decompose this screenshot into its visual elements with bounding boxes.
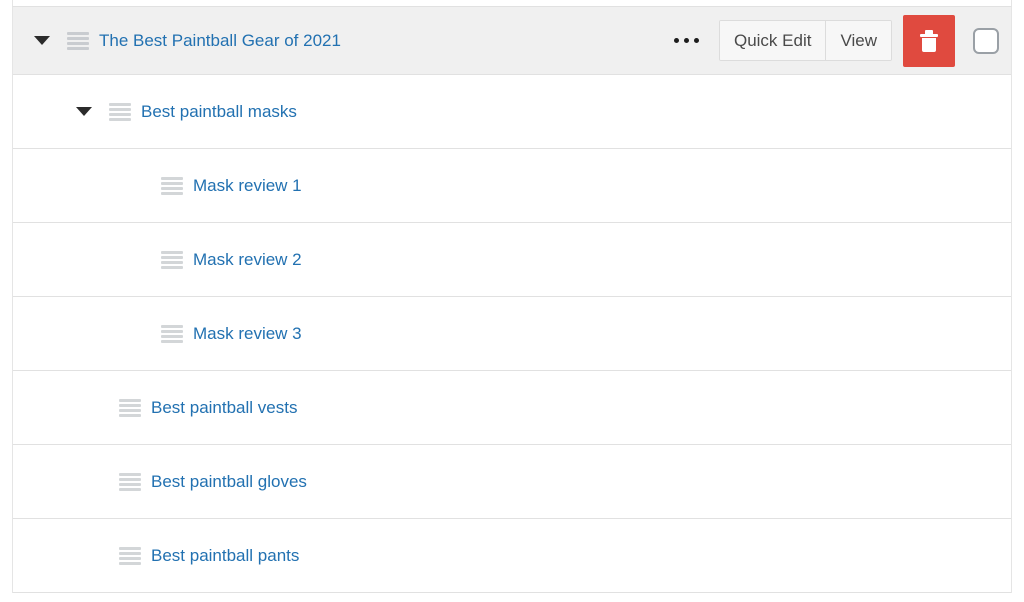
drag-handle-bar [119,403,141,407]
more-options-dot [673,38,679,43]
trash-icon [920,29,938,52]
row-title-link[interactable]: The Best Paintball Gear of 2021 [99,32,341,49]
more-options-dot [693,38,699,43]
row-title-link[interactable]: Best paintball masks [141,103,297,120]
more-options-dot [683,38,689,43]
drag-handle-icon[interactable] [67,31,89,50]
drag-handle-bar [161,186,183,190]
drag-handle-icon[interactable] [161,176,183,195]
drag-handle-bar [161,324,183,328]
row-select-checkbox[interactable] [973,27,999,54]
drag-handle-bar [161,181,183,185]
drag-handle-bar [119,413,141,417]
delete-button[interactable] [903,14,955,67]
table-row[interactable]: Best paintball gloves [13,445,1011,519]
drag-handle-bar [161,329,183,333]
drag-handle-bar [119,472,141,476]
row-title-link[interactable]: Best paintball pants [151,547,299,564]
trash-lid [920,33,938,37]
row-list: The Best Paintball Gear of 2021 Quick Edi… [12,7,1012,593]
triangle-glyph [76,107,92,116]
drag-handle-bar [119,546,141,550]
row-content: Best paintball gloves [13,445,1011,518]
row-button-group: Quick Edit View [718,20,892,61]
drag-handle-bar [119,482,141,486]
table-row[interactable]: Best paintball vests [13,371,1011,445]
table-row[interactable]: The Best Paintball Gear of 2021 Quick Edi… [13,7,1011,75]
drag-handle-bar [119,556,141,560]
drag-handle-bar [119,408,141,412]
drag-handle-icon[interactable] [109,102,131,121]
drag-handle-bar [67,41,89,45]
drag-handle-bar [161,334,183,338]
chevron-down-icon[interactable] [31,30,53,52]
row-content: The Best Paintball Gear of 2021 [13,7,666,74]
row-content: Best paintball masks [13,75,1011,148]
table-row[interactable]: Mask review 1 [13,149,1011,223]
drag-handle-bar [109,117,131,121]
drag-handle-bar [161,260,183,264]
drag-handle-bar [67,31,89,35]
table-row[interactable]: Best paintball pants [13,519,1011,593]
row-content: Mask review 3 [13,297,1011,370]
row-title-link[interactable]: Best paintball vests [151,399,297,416]
drag-handle-bar [161,250,183,254]
view-button[interactable]: View [825,21,891,60]
row-title-link[interactable]: Mask review 3 [193,325,302,342]
drag-handle-bar [119,561,141,565]
drag-handle-bar [161,255,183,259]
row-content: Mask review 2 [13,223,1011,296]
quick-edit-button[interactable]: Quick Edit [719,21,826,60]
chevron-down-icon[interactable] [73,101,95,123]
table-row[interactable]: Best paintball masks [13,75,1011,149]
drag-handle-bar [119,398,141,402]
drag-handle-icon[interactable] [161,324,183,343]
table-row[interactable]: Mask review 2 [13,223,1011,297]
drag-handle-bar [109,107,131,111]
trash-body [922,37,936,52]
row-content: Best paintball pants [13,519,1011,592]
row-title-link[interactable]: Mask review 1 [193,177,302,194]
drag-handle-bar [119,487,141,491]
row-title-link[interactable]: Mask review 2 [193,251,302,268]
drag-handle-bar [109,112,131,116]
drag-handle-bar [119,551,141,555]
row-content: Mask review 1 [13,149,1011,222]
drag-handle-icon[interactable] [119,472,141,491]
drag-handle-bar [161,176,183,180]
drag-handle-icon[interactable] [119,546,141,565]
trash-lid-tab [925,29,933,34]
page-hierarchy-list: The Best Paintball Gear of 2021 Quick Edi… [0,0,1024,602]
row-title-link[interactable]: Best paintball gloves [151,473,307,490]
row-content: Best paintball vests [13,371,1011,444]
drag-handle-bar [161,265,183,269]
drag-handle-bar [161,339,183,343]
drag-handle-bar [119,477,141,481]
more-options-icon[interactable] [666,32,707,49]
drag-handle-bar [67,46,89,50]
row-actions: Quick Edit View [666,14,1011,67]
drag-handle-bar [161,191,183,195]
drag-handle-icon[interactable] [119,398,141,417]
drag-handle-bar [67,36,89,40]
drag-handle-icon[interactable] [161,250,183,269]
triangle-glyph [34,36,50,45]
table-row[interactable]: Mask review 3 [13,297,1011,371]
drag-handle-bar [109,102,131,106]
previous-row-partial [12,0,1012,7]
